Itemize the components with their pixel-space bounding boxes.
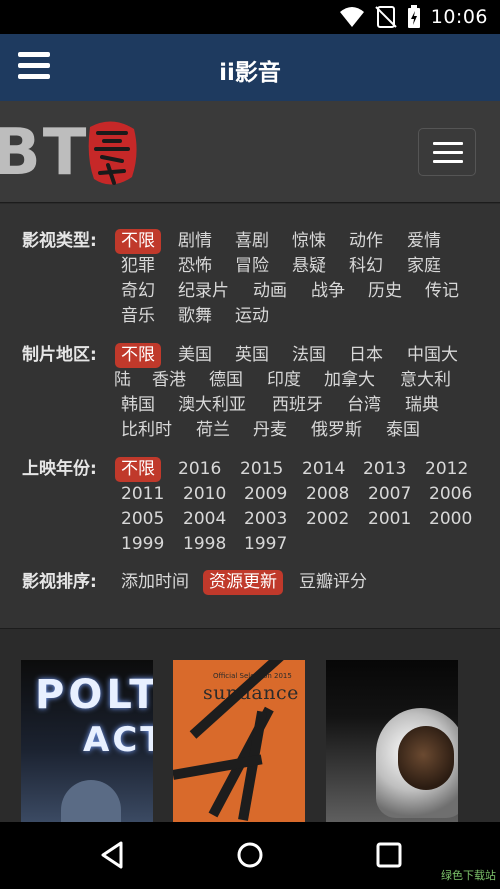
filter-panel: 影视类型: 不限 剧情 喜剧 惊悚 动作 爱情 犯罪 恐怖 冒险 悬疑 科幻 家… xyxy=(0,204,500,629)
site-logo-text[interactable]: BT xyxy=(0,121,88,185)
filter-type-option[interactable]: 恐怖 xyxy=(178,254,212,279)
filter-region-option[interactable]: 不限 xyxy=(115,343,161,368)
poster-title: ACT xyxy=(83,720,153,760)
filter-year-option[interactable]: 2006 xyxy=(429,482,472,507)
filter-year-option[interactable]: 2016 xyxy=(178,457,221,482)
filter-year-option[interactable]: 1997 xyxy=(244,532,287,557)
poster-title: POLTE xyxy=(35,672,153,718)
filter-region-option[interactable]: 西班牙 xyxy=(272,393,323,418)
filter-region-option[interactable]: 香港 xyxy=(152,368,186,393)
movie-poster[interactable]: Official Selection 2015 sundance xyxy=(173,660,305,822)
filter-type-option[interactable]: 运动 xyxy=(235,304,269,329)
filter-region-option[interactable]: 台湾 xyxy=(347,393,381,418)
status-time: 10:06 xyxy=(430,6,488,28)
filter-region-option[interactable]: 日本 xyxy=(349,343,383,368)
filter-type-option[interactable]: 战争 xyxy=(311,279,345,304)
filter-year-option[interactable]: 2011 xyxy=(121,482,164,507)
filter-year-option[interactable]: 2001 xyxy=(368,507,411,532)
status-bar: 10:06 xyxy=(0,0,500,34)
filter-region-option[interactable]: 英国 xyxy=(235,343,269,368)
filter-region-option[interactable]: 比利时 xyxy=(121,418,172,443)
filter-region-option[interactable]: 韩国 xyxy=(121,393,155,418)
filter-type-option[interactable]: 动画 xyxy=(253,279,287,304)
filter-year-option[interactable]: 2005 xyxy=(121,507,164,532)
filter-label-type: 影视类型: xyxy=(22,231,97,251)
filter-type-option[interactable]: 科幻 xyxy=(349,254,383,279)
filter-region-option[interactable]: 法国 xyxy=(292,343,326,368)
filter-region-option[interactable]: 荷兰 xyxy=(196,418,230,443)
filter-year-option[interactable]: 2003 xyxy=(244,507,287,532)
filter-type-option[interactable]: 奇幻 xyxy=(121,279,155,304)
poster-astronaut-visor xyxy=(398,726,454,790)
filter-year-option[interactable]: 2009 xyxy=(244,482,287,507)
app-title: ii影音 xyxy=(219,60,281,86)
filter-type-option[interactable]: 歌舞 xyxy=(178,304,212,329)
filter-type-option[interactable]: 不限 xyxy=(115,229,161,254)
sort-option-added-time[interactable]: 添加时间 xyxy=(121,570,189,595)
sort-option-resource-update[interactable]: 资源更新 xyxy=(203,570,283,595)
filter-region-option[interactable]: 澳大利亚 xyxy=(178,393,246,418)
filter-label-sort: 影视排序: xyxy=(22,572,97,592)
filter-year-option[interactable]: 2008 xyxy=(306,482,349,507)
filter-region-option[interactable]: 中国大 xyxy=(407,343,458,368)
filter-region-option[interactable]: 加拿大 xyxy=(324,368,375,393)
filter-type-option[interactable]: 动作 xyxy=(349,229,383,254)
site-menu-button[interactable] xyxy=(418,128,476,176)
poster-figure xyxy=(61,780,121,822)
battery-charging-icon xyxy=(407,5,420,28)
filter-year-option[interactable]: 2015 xyxy=(240,457,283,482)
filter-type-option[interactable]: 家庭 xyxy=(407,254,441,279)
app-bar: ii影音 xyxy=(0,34,500,101)
filter-region-option[interactable]: 陆 xyxy=(114,368,131,393)
recent-apps-icon[interactable] xyxy=(374,840,404,870)
filter-type-option[interactable]: 剧情 xyxy=(178,229,212,254)
system-nav-bar: 绿色下载站 xyxy=(0,822,500,889)
filter-region-option[interactable]: 德国 xyxy=(209,368,243,393)
home-icon[interactable] xyxy=(235,840,265,870)
status-icons: 10:06 xyxy=(339,4,488,30)
filter-year-option[interactable]: 2004 xyxy=(183,507,226,532)
filter-type-option[interactable]: 冒险 xyxy=(235,254,269,279)
filter-year-option[interactable]: 2012 xyxy=(425,457,468,482)
watermark: 绿色下载站 xyxy=(441,869,496,882)
filter-type-option[interactable]: 爱情 xyxy=(407,229,441,254)
filter-label-region: 制片地区: xyxy=(22,345,97,365)
filter-type-option[interactable]: 纪录片 xyxy=(178,279,229,304)
filter-year-option[interactable]: 2013 xyxy=(363,457,406,482)
filter-region-option[interactable]: 丹麦 xyxy=(253,418,287,443)
filter-type-option[interactable]: 惊悚 xyxy=(292,229,326,254)
filter-year-option[interactable]: 2000 xyxy=(429,507,472,532)
filter-region-option[interactable]: 美国 xyxy=(178,343,212,368)
filter-year-option[interactable]: 1998 xyxy=(183,532,226,557)
no-sim-icon xyxy=(375,6,397,28)
filter-year-option[interactable]: 2010 xyxy=(183,482,226,507)
filter-year-option[interactable]: 2002 xyxy=(306,507,349,532)
back-icon[interactable] xyxy=(97,840,127,870)
filter-region-option[interactable]: 瑞典 xyxy=(405,393,439,418)
movie-poster[interactable] xyxy=(326,660,458,822)
filter-year-option[interactable]: 2014 xyxy=(302,457,345,482)
filter-label-year: 上映年份: xyxy=(22,459,97,479)
filter-year-option[interactable]: 不限 xyxy=(115,457,161,482)
filter-type-option[interactable]: 音乐 xyxy=(121,304,155,329)
filter-region-option[interactable]: 印度 xyxy=(267,368,301,393)
filter-type-option[interactable]: 悬疑 xyxy=(292,254,326,279)
filter-year-option[interactable]: 2007 xyxy=(368,482,411,507)
movie-poster[interactable]: POLTE ACT xyxy=(21,660,153,822)
filter-region-option[interactable]: 泰国 xyxy=(386,418,420,443)
site-logo-seal-icon[interactable] xyxy=(84,117,140,189)
sort-option-douban-rating[interactable]: 豆瓣评分 xyxy=(299,570,367,595)
filter-type-option[interactable]: 犯罪 xyxy=(121,254,155,279)
filter-year-option[interactable]: 1999 xyxy=(121,532,164,557)
filter-type-option[interactable]: 喜剧 xyxy=(235,229,269,254)
filter-type-option[interactable]: 传记 xyxy=(425,279,459,304)
wifi-icon xyxy=(339,7,364,27)
filter-region-option[interactable]: 俄罗斯 xyxy=(311,418,362,443)
movie-grid: POLTE ACT Official Selection 2015 sundan… xyxy=(0,630,500,822)
filter-type-option[interactable]: 历史 xyxy=(368,279,402,304)
filter-region-option[interactable]: 意大利 xyxy=(400,368,451,393)
